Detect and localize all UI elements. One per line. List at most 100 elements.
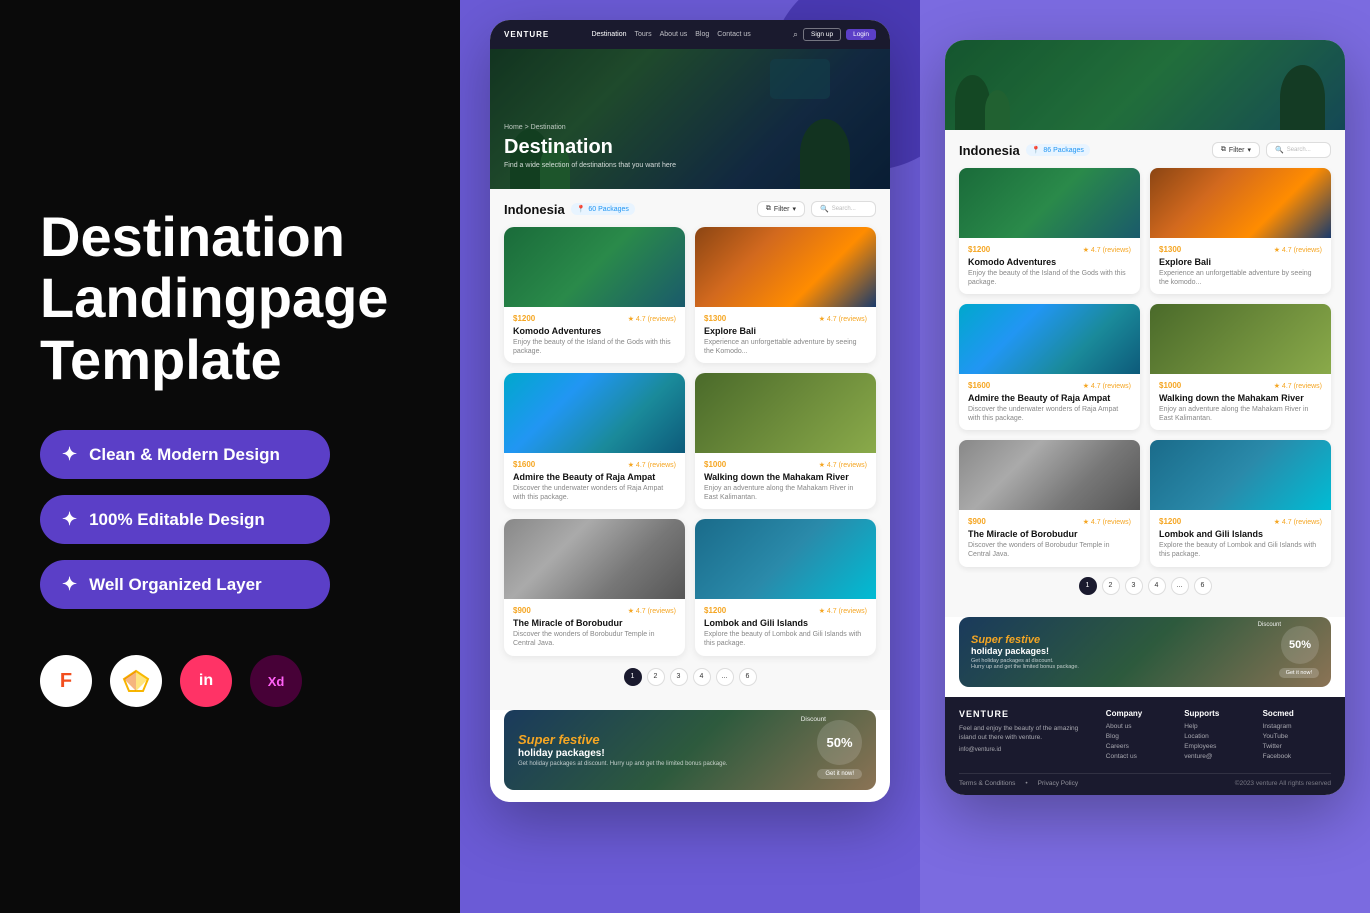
- page-button[interactable]: 2: [647, 668, 665, 686]
- right-festive-title: Super festive: [971, 634, 1279, 646]
- destination-card[interactable]: $1300 ★ 4.7 (reviews) Explore Bali Exper…: [695, 227, 876, 363]
- footer-venture-email[interactable]: venture@: [1184, 753, 1252, 760]
- page-button[interactable]: 6: [739, 668, 757, 686]
- card-rating: ★ 4.7 (reviews): [819, 315, 867, 323]
- card-meta: $1300 ★ 4.7 (reviews): [704, 314, 867, 323]
- destination-card[interactable]: $1200 ★ 4.7 (reviews) Komodo Adventures …: [959, 168, 1140, 294]
- feature-label-2: 100% Editable Design: [89, 510, 265, 530]
- main-title: Destination Landingpage Template: [40, 206, 420, 391]
- festive-content: Discount Super festive holiday packages!…: [518, 732, 817, 767]
- card-image: [504, 227, 685, 307]
- card-name: Explore Bali: [1159, 257, 1322, 267]
- destination-card[interactable]: $1200 ★ 4.7 (reviews) Lombok and Gili Is…: [695, 519, 876, 655]
- dot-separator: •: [1025, 780, 1027, 787]
- right-festive-cta[interactable]: Get it now!: [1279, 668, 1319, 678]
- right-filter-button[interactable]: ⧉ Filter ▾: [1212, 142, 1260, 158]
- footer-about[interactable]: About us: [1106, 723, 1174, 730]
- filter-button[interactable]: ⧉ Filter ▾: [757, 201, 805, 217]
- festive-cta-button[interactable]: Get it now!: [817, 769, 862, 779]
- page-button[interactable]: 1: [624, 668, 642, 686]
- card-meta: $1200 ★ 4.7 (reviews): [513, 314, 676, 323]
- footer-youtube[interactable]: YouTube: [1263, 733, 1331, 740]
- footer-location[interactable]: Location: [1184, 733, 1252, 740]
- card-name: The Miracle of Borobudur: [968, 529, 1131, 539]
- destination-card[interactable]: $1200 ★ 4.7 (reviews) Lombok and Gili Is…: [1150, 440, 1331, 566]
- right-top-image: [945, 40, 1345, 130]
- destination-card[interactable]: $1600 ★ 4.7 (reviews) Admire the Beauty …: [504, 373, 685, 509]
- card-description: Explore the beauty of Lombok and Gili Is…: [1159, 541, 1322, 559]
- footer-help[interactable]: Help: [1184, 723, 1252, 730]
- packages-badge: 📍 60 Packages: [571, 203, 635, 215]
- privacy-link[interactable]: Privacy Policy: [1038, 780, 1078, 787]
- login-button[interactable]: Login: [846, 29, 876, 40]
- tool-icons: F in Xd: [40, 655, 420, 707]
- pagination: 1234... 6: [504, 668, 876, 686]
- page-button[interactable]: 4: [1148, 577, 1166, 595]
- page-button[interactable]: 2: [1102, 577, 1120, 595]
- footer-twitter[interactable]: Twitter: [1263, 743, 1331, 750]
- footer-facebook[interactable]: Facebook: [1263, 753, 1331, 760]
- signup-button[interactable]: Sign up: [803, 28, 841, 41]
- xd-icon: Xd: [250, 655, 302, 707]
- card-meta: $1200 ★ 4.7 (reviews): [1159, 517, 1322, 526]
- nav-contact[interactable]: Contact us: [717, 31, 750, 38]
- nav-blog[interactable]: Blog: [695, 31, 709, 38]
- terms-link[interactable]: Terms & Conditions: [959, 780, 1015, 787]
- card-description: Enjoy the beauty of the Island of the Go…: [968, 269, 1131, 287]
- card-name: Komodo Adventures: [968, 257, 1131, 267]
- card-description: Explore the beauty of Lombok and Gili Is…: [704, 630, 867, 648]
- page-button[interactable]: 6: [1194, 577, 1212, 595]
- card-image: [695, 373, 876, 453]
- card-rating: ★ 4.7 (reviews): [819, 607, 867, 615]
- page-button[interactable]: 3: [1125, 577, 1143, 595]
- destination-card[interactable]: $1000 ★ 4.7 (reviews) Walking down the M…: [1150, 304, 1331, 430]
- destination-card[interactable]: $1300 ★ 4.7 (reviews) Explore Bali Exper…: [1150, 168, 1331, 294]
- nav-destination[interactable]: Destination: [591, 31, 626, 38]
- card-name: Admire the Beauty of Raja Ampat: [968, 393, 1131, 403]
- footer-employees[interactable]: Employees: [1184, 743, 1252, 750]
- card-rating: ★ 4.7 (reviews): [628, 607, 676, 615]
- footer-blog[interactable]: Blog: [1106, 733, 1174, 740]
- page-button[interactable]: 3: [670, 668, 688, 686]
- card-rating: ★ 4.7 (reviews): [628, 461, 676, 469]
- discount-label: Discount: [801, 716, 826, 723]
- nav-actions: ⌕ Sign up Login: [793, 28, 876, 41]
- card-meta: $1200 ★ 4.7 (reviews): [704, 606, 867, 615]
- card-price: $900: [513, 606, 531, 615]
- filter-label: Filter: [774, 206, 790, 213]
- card-body: $1600 ★ 4.7 (reviews) Admire the Beauty …: [504, 453, 685, 509]
- footer-contact[interactable]: Contact us: [1106, 753, 1174, 760]
- page-button[interactable]: 4: [693, 668, 711, 686]
- card-meta: $900 ★ 4.7 (reviews): [513, 606, 676, 615]
- page-button[interactable]: ...: [1171, 577, 1189, 595]
- footer-brand-col: VENTURE Feel and enjoy the beauty of the…: [959, 709, 1096, 763]
- destination-card[interactable]: $1200 ★ 4.7 (reviews) Komodo Adventures …: [504, 227, 685, 363]
- page-button[interactable]: 1: [1079, 577, 1097, 595]
- footer-instagram[interactable]: Instagram: [1263, 723, 1331, 730]
- card-image: [1150, 440, 1331, 510]
- card-price: $1200: [968, 245, 990, 254]
- right-search-box[interactable]: 🔍 Search...: [1266, 142, 1331, 158]
- destination-card[interactable]: $1000 ★ 4.7 (reviews) Walking down the M…: [695, 373, 876, 509]
- card-body: $1200 ★ 4.7 (reviews) Komodo Adventures …: [959, 238, 1140, 294]
- card-body: $1600 ★ 4.7 (reviews) Admire the Beauty …: [959, 374, 1140, 430]
- destination-card[interactable]: $900 ★ 4.7 (reviews) The Miracle of Boro…: [959, 440, 1140, 566]
- search-box[interactable]: 🔍 Search...: [811, 201, 876, 217]
- search-icon-small: 🔍: [820, 205, 829, 213]
- feature-badge-3: ✦ Well Organized Layer: [40, 560, 330, 609]
- right-dest-title-row: Indonesia 📍 86 Packages: [959, 143, 1090, 158]
- nav-tours[interactable]: Tours: [635, 31, 652, 38]
- search-icon[interactable]: ⌕: [793, 29, 798, 40]
- page-button[interactable]: ...: [716, 668, 734, 686]
- card-image: [1150, 168, 1331, 238]
- figma-icon: F: [40, 655, 92, 707]
- footer-careers[interactable]: Careers: [1106, 743, 1174, 750]
- nav-about[interactable]: About us: [660, 31, 688, 38]
- destination-card[interactable]: $1600 ★ 4.7 (reviews) Admire the Beauty …: [959, 304, 1140, 430]
- card-rating: ★ 4.7 (reviews): [1083, 518, 1131, 526]
- card-description: Enjoy an adventure along the Mahakam Riv…: [704, 484, 867, 502]
- right-filter-label: Filter: [1229, 147, 1245, 154]
- right-chevron-icon: ▾: [1247, 146, 1251, 154]
- destination-card[interactable]: $900 ★ 4.7 (reviews) The Miracle of Boro…: [504, 519, 685, 655]
- right-discount-circle: 50%: [1281, 626, 1319, 664]
